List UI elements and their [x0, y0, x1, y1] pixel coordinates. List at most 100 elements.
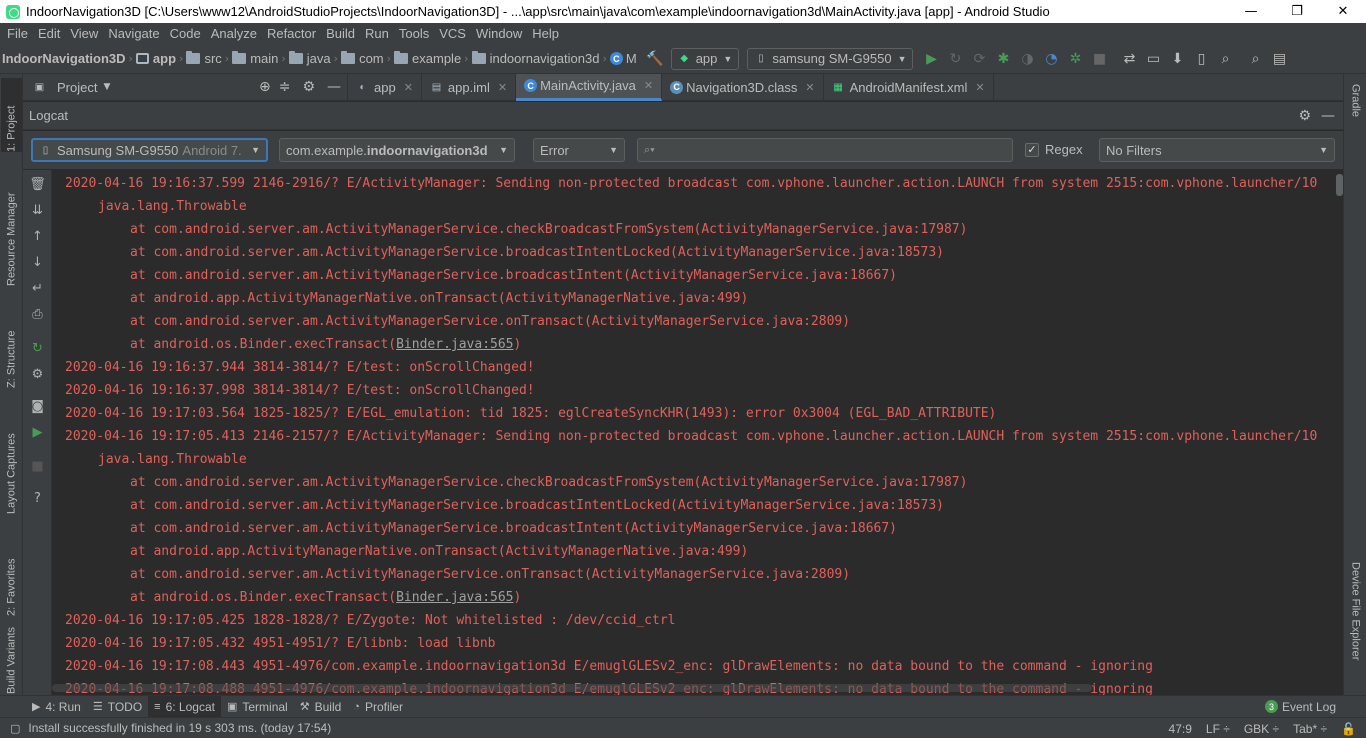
tool-tab-project[interactable]: 1: Project — [1, 78, 22, 152]
close-icon[interactable]: ✕ — [404, 81, 413, 94]
sdk-manager-icon[interactable]: ⬇ — [1169, 51, 1185, 67]
search-icon[interactable]: ⌕ — [1247, 51, 1263, 67]
gear-icon[interactable]: ⚙ — [302, 79, 315, 95]
camera-icon[interactable]: ◙ — [29, 398, 46, 415]
make-project-icon[interactable]: 🔨 — [646, 51, 663, 67]
source-link[interactable]: Binder.java:565 — [396, 590, 513, 605]
tab-navigation3d-class[interactable]: C Navigation3D.class ✕ — [662, 73, 824, 101]
breadcrumb-example[interactable]: example — [394, 51, 461, 66]
breadcrumb-mainactivity[interactable]: CM — [609, 51, 637, 66]
vertical-scrollbar[interactable] — [1336, 174, 1343, 196]
arrow-down-icon[interactable]: ↓ — [29, 254, 46, 271]
tool-tab-favorites[interactable]: 2: Favorites — [1, 536, 22, 616]
help-icon[interactable]: ? — [29, 490, 46, 507]
gear-icon[interactable]: ⚙ — [29, 366, 46, 383]
menu-help[interactable]: Help — [527, 26, 564, 41]
close-button[interactable]: ✕ — [1320, 0, 1366, 23]
profile-icon[interactable]: ◔ — [1043, 51, 1059, 67]
stop-icon[interactable]: ■ — [1091, 51, 1107, 67]
breadcrumb-project[interactable]: IndoorNavigation3D — [2, 51, 126, 66]
file-encoding[interactable]: GBK ÷ — [1244, 722, 1279, 736]
breadcrumb-java[interactable]: java — [288, 51, 331, 66]
menu-analyze[interactable]: Analyze — [206, 26, 262, 41]
breadcrumb-main[interactable]: main — [232, 51, 278, 66]
device-select[interactable]: ▯ samsung SM-G9550 ▼ — [747, 47, 914, 70]
menu-tools[interactable]: Tools — [394, 26, 434, 41]
tool-tab-layout-captures[interactable]: Layout Captures — [1, 410, 22, 514]
device-manager-icon[interactable]: ▯ — [1193, 51, 1209, 67]
tool-logcat[interactable]: ≡ 6: Logcat — [148, 695, 221, 718]
horizontal-scrollbar[interactable] — [52, 684, 1092, 692]
breadcrumb-com[interactable]: com — [341, 51, 384, 66]
menu-file[interactable]: File — [2, 26, 33, 41]
hide-icon[interactable]: — — [327, 79, 341, 95]
tab-androidmanifest[interactable]: ▦ AndroidManifest.xml ✕ — [824, 73, 994, 101]
breadcrumb-indoornavigation3d[interactable]: indoornavigation3d — [471, 51, 599, 66]
menu-vcs[interactable]: VCS — [434, 26, 471, 41]
breadcrumb-src[interactable]: src — [186, 51, 222, 66]
menu-more-icon[interactable]: ▤ — [1271, 51, 1287, 67]
print-icon[interactable]: ⎙ — [29, 306, 46, 323]
search-input[interactable]: ⌕▾ — [637, 138, 1013, 162]
breadcrumb-app[interactable]: app — [135, 51, 176, 66]
debug-icon[interactable]: ✱ — [995, 51, 1011, 67]
indent-setting[interactable]: Tab* ÷ — [1293, 722, 1327, 736]
tool-terminal[interactable]: ▣ Terminal — [221, 696, 294, 718]
minimize-button[interactable]: — — [1228, 0, 1274, 23]
gear-icon[interactable]: ⚙ — [1298, 108, 1311, 124]
tool-tab-device-file-explorer[interactable]: Device File Explorer — [1345, 562, 1366, 686]
menu-code[interactable]: Code — [165, 26, 206, 41]
coverage-icon[interactable]: ◑ — [1019, 51, 1035, 67]
run-icon[interactable]: ▶ — [923, 51, 939, 67]
filter-config-select[interactable]: No Filters ▼ — [1099, 138, 1335, 162]
close-icon[interactable]: ✕ — [498, 81, 507, 94]
dropdown-arrow-icon[interactable]: ▼ — [103, 82, 110, 92]
tab-mainactivity[interactable]: C MainActivity.java ✕ — [516, 73, 663, 101]
avd-manager-icon[interactable]: ▭ — [1145, 51, 1161, 67]
apply-code-icon[interactable]: ⟳ — [971, 51, 987, 67]
tool-todo[interactable]: ☰ TODO — [87, 696, 148, 718]
attach-debugger-icon[interactable]: ✲ — [1067, 51, 1083, 67]
tool-run[interactable]: ▶ 4: Run — [26, 696, 87, 718]
tool-tab-structure[interactable]: Z: Structure — [1, 308, 22, 388]
tool-tab-resource-manager[interactable]: Resource Manager — [1, 170, 22, 286]
tab-app-iml[interactable]: ▤ app.iml ✕ — [422, 73, 517, 101]
close-icon[interactable]: ✕ — [644, 79, 653, 92]
caret-position[interactable]: 47:9 — [1169, 722, 1192, 736]
menu-view[interactable]: View — [65, 26, 103, 41]
regex-checkbox[interactable]: ✓ Regex — [1025, 142, 1083, 157]
run-config-select[interactable]: ◆ app ▼ — [670, 47, 740, 70]
tool-profiler[interactable]: ◔ Profiler — [347, 696, 409, 718]
tool-event-log[interactable]: 3 Event Log — [1259, 696, 1342, 718]
restart-icon[interactable]: ↻ — [29, 340, 46, 357]
locate-icon[interactable]: ⊕ — [259, 79, 271, 95]
project-view-select[interactable]: Project — [57, 80, 97, 95]
close-icon[interactable]: ✕ — [975, 81, 984, 94]
tab-app[interactable]: ◐ app ✕ — [348, 73, 422, 101]
tool-tab-gradle[interactable]: Gradle — [1345, 84, 1366, 144]
close-icon[interactable]: ✕ — [805, 81, 814, 94]
soft-wrap-icon[interactable]: ↵ — [29, 280, 46, 297]
source-link[interactable]: Binder.java:565 — [396, 337, 513, 352]
trash-icon[interactable]: 🗑 — [29, 176, 46, 193]
stop-icon[interactable]: ■ — [29, 458, 46, 475]
logcat-output[interactable]: 2020-04-16 19:16:37.599 2146-2916/? E/Ac… — [52, 170, 1343, 695]
maximize-button[interactable]: ❐ — [1274, 0, 1320, 23]
layout-inspector-icon[interactable]: ⌕ — [1217, 51, 1233, 67]
tool-tab-build-variants[interactable]: Build Variants — [1, 627, 22, 694]
tool-build[interactable]: ⚒ Build — [294, 696, 348, 718]
menu-refactor[interactable]: Refactor — [262, 26, 321, 41]
device-filter-select[interactable]: ▯ Samsung SM-G9550 Android 7. ▼ — [31, 138, 268, 162]
apply-changes-icon[interactable]: ↻ — [947, 51, 963, 67]
collapse-icon[interactable]: ≑ — [279, 79, 291, 95]
sync-project-icon[interactable]: ⇄ — [1121, 51, 1137, 67]
toggle-tool-windows-icon[interactable]: ▢ — [10, 722, 20, 735]
menu-build[interactable]: Build — [321, 26, 360, 41]
menu-navigate[interactable]: Navigate — [103, 26, 164, 41]
scroll-to-end-icon[interactable]: ⇊ — [29, 202, 46, 219]
menu-window[interactable]: Window — [471, 26, 527, 41]
arrow-up-icon[interactable]: ↑ — [29, 228, 46, 245]
process-filter-select[interactable]: com.example. indoornavigation3d ▼ — [279, 138, 515, 162]
status-message[interactable]: Install successfully finished in 19 s 30… — [28, 721, 331, 735]
lock-icon[interactable]: 🔓 — [1341, 722, 1356, 736]
